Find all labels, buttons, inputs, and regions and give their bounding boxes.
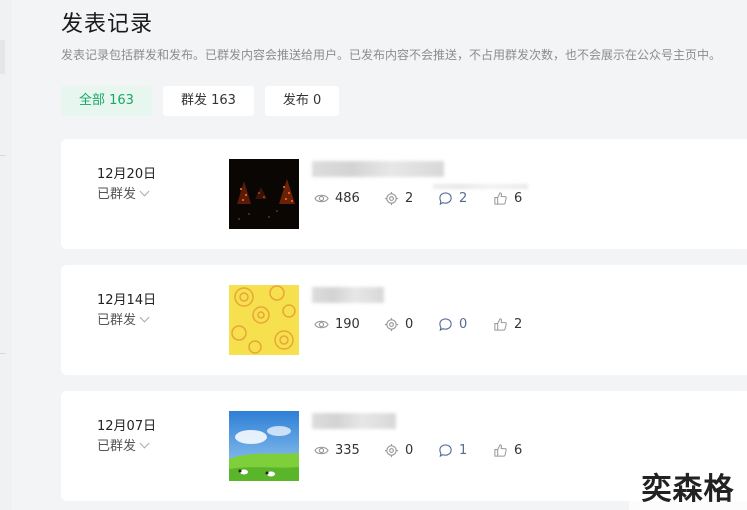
post-thumbnail[interactable] <box>229 159 299 229</box>
post-status-dropdown[interactable]: 已群发 <box>97 435 150 454</box>
comment-icon <box>439 318 452 332</box>
post-thumbnail[interactable] <box>229 411 299 481</box>
chevron-down-icon <box>139 438 150 448</box>
likes-count: 2 <box>514 317 523 332</box>
page-title: 发表记录 <box>61 12 154 37</box>
post-stats: 190 0 0 2 <box>314 317 522 332</box>
page-description: 发表记录包括群发和发布。已群发内容会推送给用户。已发布内容不会推送，不占用群发次… <box>61 48 722 62</box>
post-status-label: 已群发 <box>97 439 137 454</box>
post-status-dropdown[interactable]: 已群发 <box>97 309 150 328</box>
views-stat: 335 <box>314 443 384 458</box>
post-date: 12月14日 <box>97 293 157 308</box>
comments-count: 2 <box>459 191 468 206</box>
views-count: 190 <box>335 317 360 332</box>
sidebar-scroll-marker <box>0 40 5 74</box>
post-card[interactable]: 12月20日 已群发 486 2 2 6 <box>61 139 747 249</box>
post-stats: 486 2 2 6 <box>314 191 522 206</box>
views-stat: 190 <box>314 317 384 332</box>
post-status-label: 已群发 <box>97 313 137 328</box>
likes-stat: 6 <box>493 443 522 458</box>
likes-count: 6 <box>514 191 523 206</box>
tab-mass-send[interactable]: 群发 163 <box>162 86 254 116</box>
redaction-smudge <box>433 184 528 189</box>
post-card[interactable]: 12月14日 已群发 190 0 0 2 <box>61 265 747 375</box>
post-title-redacted[interactable] <box>312 161 444 177</box>
shares-count: 0 <box>405 317 414 332</box>
post-title-redacted[interactable] <box>312 413 396 429</box>
shares-count: 2 <box>405 191 414 206</box>
eye-icon <box>314 446 329 455</box>
thumbs-up-icon <box>494 192 507 205</box>
tab-publish[interactable]: 发布 0 <box>264 86 340 116</box>
left-sidebar-edge <box>0 0 12 510</box>
post-date: 12月07日 <box>97 419 157 434</box>
post-title-redacted[interactable] <box>312 287 384 303</box>
shares-stat: 0 <box>384 443 438 458</box>
likes-stat: 6 <box>493 191 522 206</box>
tab-all[interactable]: 全部 163 <box>61 86 152 116</box>
chevron-down-icon <box>139 186 150 196</box>
filter-tabs: 全部 163 群发 163 发布 0 <box>61 86 340 116</box>
share-icon <box>384 191 399 206</box>
share-icon <box>384 443 399 458</box>
post-status-dropdown[interactable]: 已群发 <box>97 183 150 202</box>
post-thumbnail[interactable] <box>229 285 299 355</box>
eye-icon <box>314 320 329 329</box>
share-icon <box>384 317 399 332</box>
post-stats: 335 0 1 6 <box>314 443 522 458</box>
comments-stat[interactable]: 1 <box>438 443 493 458</box>
shares-stat: 2 <box>384 191 438 206</box>
post-date: 12月20日 <box>97 167 157 182</box>
comment-icon <box>439 192 452 206</box>
comments-count: 0 <box>459 317 468 332</box>
sidebar-divider <box>0 155 6 156</box>
views-stat: 486 <box>314 191 384 206</box>
thumbs-up-icon <box>494 444 507 457</box>
shares-stat: 0 <box>384 317 438 332</box>
comments-stat[interactable]: 2 <box>438 191 493 206</box>
eye-icon <box>314 194 329 203</box>
comments-count: 1 <box>459 443 468 458</box>
likes-count: 6 <box>514 443 523 458</box>
thumbs-up-icon <box>494 318 507 331</box>
comments-stat[interactable]: 0 <box>438 317 493 332</box>
sidebar-divider <box>0 353 6 354</box>
views-count: 335 <box>335 443 360 458</box>
likes-stat: 2 <box>493 317 522 332</box>
views-count: 486 <box>335 191 360 206</box>
watermark-logo: 奕森格 <box>629 470 747 510</box>
post-status-label: 已群发 <box>97 187 137 202</box>
comment-icon <box>439 444 452 458</box>
shares-count: 0 <box>405 443 414 458</box>
chevron-down-icon <box>139 312 150 322</box>
